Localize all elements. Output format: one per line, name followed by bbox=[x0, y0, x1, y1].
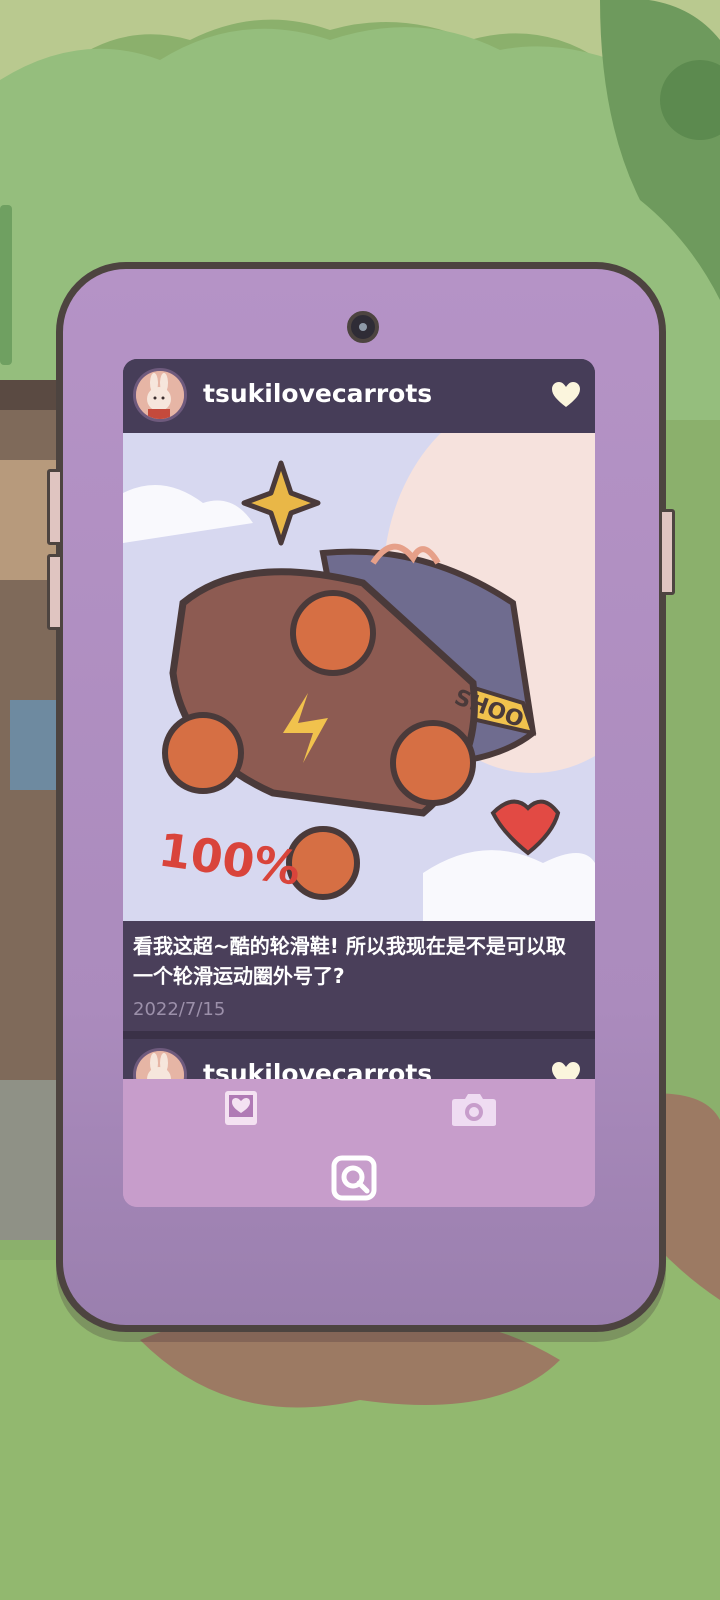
nav-favorites[interactable] bbox=[223, 1089, 259, 1127]
phone-camera-lens bbox=[347, 311, 379, 343]
post-username-2[interactable]: tsukilovecarrots bbox=[203, 1059, 432, 1079]
user-avatar[interactable] bbox=[133, 368, 187, 422]
phone-bottom-nav bbox=[123, 1079, 595, 1207]
social-feed[interactable]: tsukilovecarrots 100% SHOO 看我这超~酷的轮滑鞋! 所… bbox=[123, 359, 595, 1079]
heart-like-icon[interactable] bbox=[551, 381, 581, 409]
post-image[interactable]: 100% SHOO bbox=[123, 433, 595, 921]
heart-like-icon[interactable] bbox=[551, 1061, 581, 1079]
bunny-avatar-icon bbox=[136, 1051, 184, 1079]
user-avatar-2[interactable] bbox=[133, 1048, 187, 1079]
post-header-2: tsukilovecarrots bbox=[123, 1039, 595, 1079]
post-header: tsukilovecarrots bbox=[123, 359, 595, 433]
phone-side-button-right bbox=[659, 509, 675, 595]
post-caption: 看我这超~酷的轮滑鞋! 所以我现在是不是可以取一个轮滑运动圈外号了? bbox=[133, 934, 566, 988]
post-date: 2022/7/15 bbox=[133, 999, 226, 1020]
bunny-avatar-icon bbox=[136, 371, 184, 419]
nav-home[interactable] bbox=[331, 1155, 377, 1201]
search-frame-icon bbox=[331, 1155, 377, 1201]
phone-side-button-left bbox=[47, 469, 63, 545]
roller-skate-illustration: 100% SHOO bbox=[123, 433, 595, 921]
phone-side-button-left-2 bbox=[47, 554, 63, 630]
post-divider bbox=[123, 1031, 595, 1039]
in-game-phone: tsukilovecarrots 100% SHOO 看我这超~酷的轮滑鞋! 所… bbox=[47, 262, 675, 1332]
phone-screen: tsukilovecarrots 100% SHOO 看我这超~酷的轮滑鞋! 所… bbox=[123, 359, 595, 1207]
heart-photo-icon bbox=[225, 1091, 257, 1125]
camera-icon bbox=[452, 1094, 496, 1126]
nav-camera[interactable] bbox=[451, 1091, 497, 1127]
post-username[interactable]: tsukilovecarrots bbox=[203, 379, 432, 408]
